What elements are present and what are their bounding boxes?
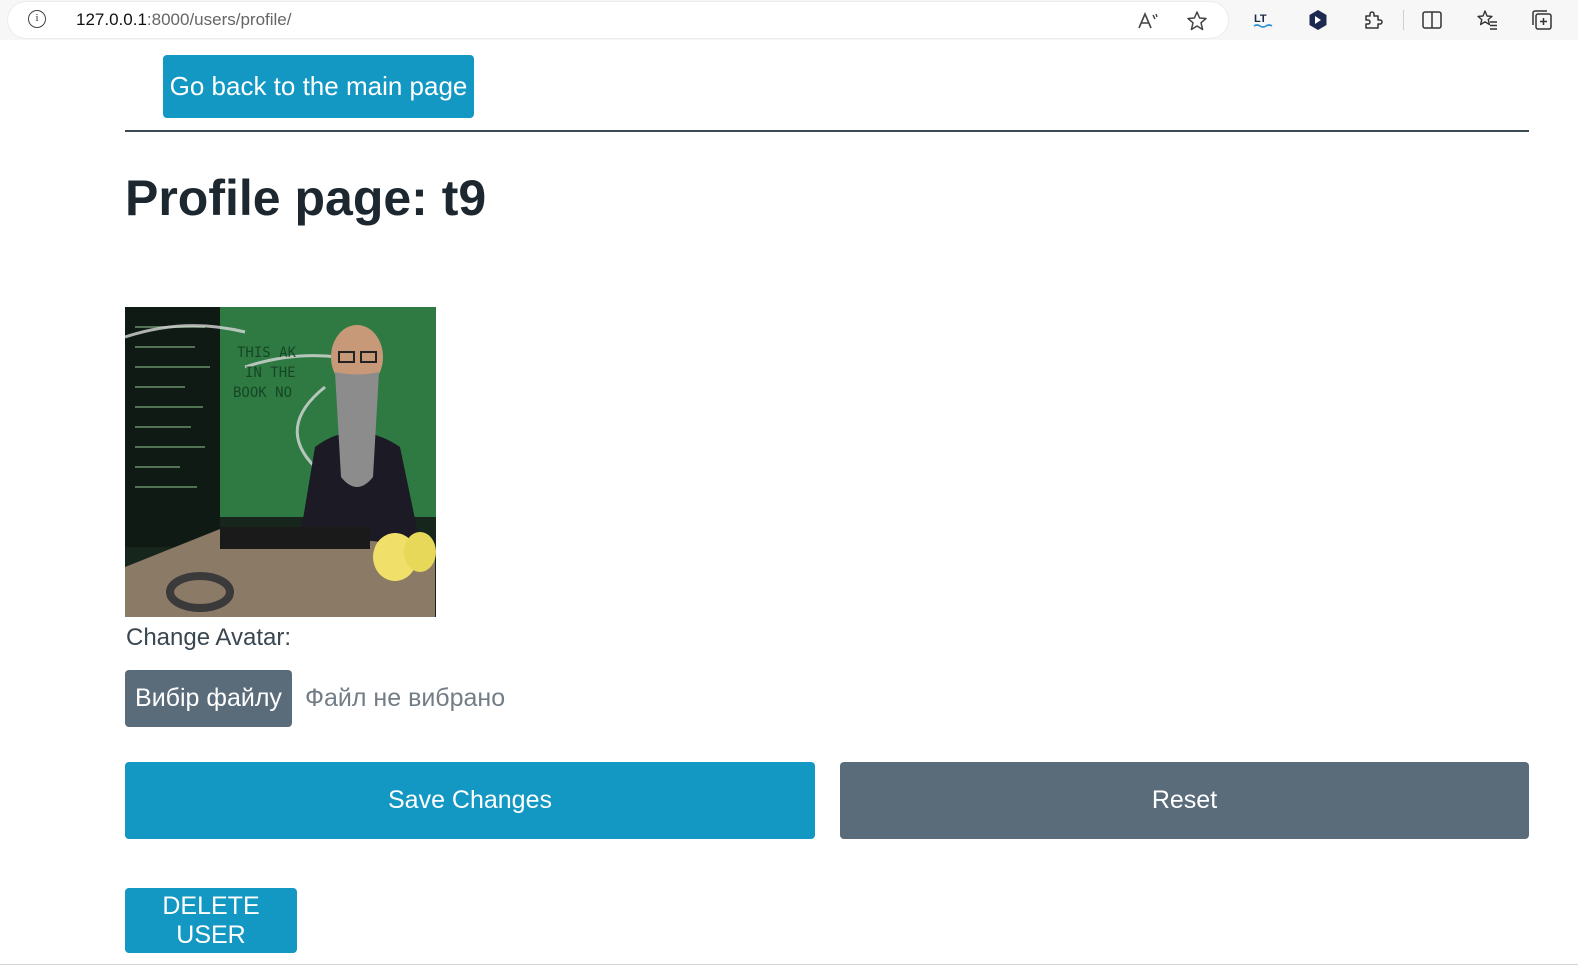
favorite-star-icon[interactable]	[1185, 9, 1209, 33]
toolbar-separator	[1403, 10, 1404, 30]
browser-toolbar: i 127.0.0.1:8000/users/profile/ LT	[0, 0, 1578, 40]
svg-text:BOOK NO: BOOK NO	[233, 385, 292, 401]
hexagon-extension-icon[interactable]	[1306, 8, 1330, 32]
svg-text:THIS AK: THIS AK	[237, 345, 297, 361]
back-to-main-button[interactable]: Go back to the main page	[163, 55, 474, 118]
read-aloud-icon[interactable]	[1136, 9, 1160, 33]
svg-text:IN THE: IN THE	[245, 365, 296, 381]
svg-text:LT: LT	[1254, 13, 1267, 25]
bottom-divider	[0, 964, 1578, 965]
extensions-puzzle-icon[interactable]	[1361, 8, 1385, 32]
file-status-text: Файл не вибрано	[305, 684, 506, 712]
page-title: Profile page: t9	[125, 170, 487, 226]
change-avatar-label: Change Avatar:	[126, 624, 292, 651]
languagetool-extension-icon[interactable]: LT	[1251, 8, 1275, 32]
address-bar[interactable]: i 127.0.0.1:8000/users/profile/	[8, 2, 1228, 38]
url-text[interactable]: 127.0.0.1:8000/users/profile/	[76, 10, 292, 30]
delete-user-button[interactable]: DELETE USER	[125, 888, 297, 953]
header-divider	[125, 130, 1529, 132]
site-info-icon[interactable]: i	[28, 10, 46, 28]
avatar-image: THIS AK IN THE BOOK NO	[125, 307, 436, 617]
reset-button[interactable]: Reset	[840, 762, 1529, 839]
split-screen-icon[interactable]	[1420, 8, 1444, 32]
save-changes-button[interactable]: Save Changes	[125, 762, 815, 839]
choose-file-button[interactable]: Вибір файлу	[125, 670, 292, 727]
collections-icon[interactable]	[1530, 8, 1554, 32]
favorites-list-icon[interactable]	[1475, 8, 1499, 32]
